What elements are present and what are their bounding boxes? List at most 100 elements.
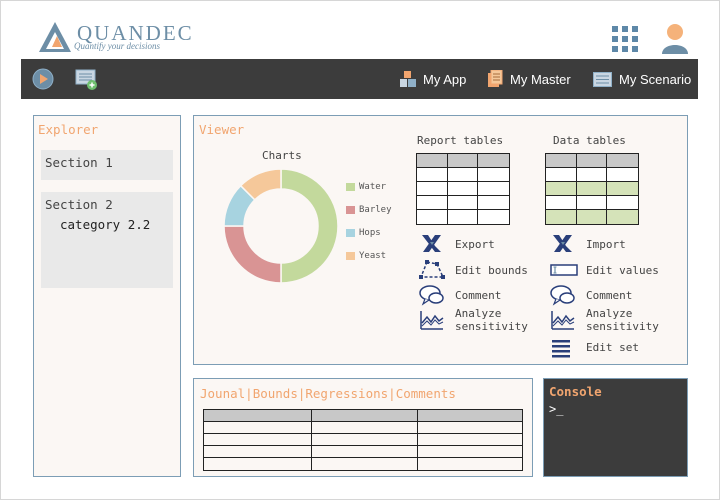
play-icon[interactable] [32, 68, 54, 95]
toolbar-my-app-label: My App [423, 71, 467, 87]
table-cell[interactable] [417, 196, 448, 210]
table-cell[interactable] [417, 210, 448, 224]
table-header-cell[interactable] [478, 154, 509, 168]
legend-label: Hops [359, 228, 381, 238]
table-cell[interactable] [478, 182, 509, 196]
toolbar-my-master[interactable]: My Master [488, 59, 571, 99]
table-cell[interactable] [478, 210, 509, 224]
table-cell[interactable] [546, 196, 577, 210]
edit-bounds-button[interactable]: Edit bounds [419, 259, 528, 281]
excel-import-icon [550, 233, 576, 255]
table-cell[interactable] [447, 196, 479, 210]
table-cell[interactable] [576, 210, 608, 224]
user-avatar-icon[interactable] [661, 22, 689, 54]
table-row[interactable] [204, 422, 522, 434]
report-table[interactable] [416, 153, 510, 225]
triangle-logo-icon [39, 22, 71, 52]
table-cell[interactable] [607, 168, 638, 182]
table-cell[interactable] [447, 182, 479, 196]
table-cell[interactable] [546, 210, 577, 224]
logo-subtitle: Quantify your decisions [74, 41, 160, 51]
documents-icon [488, 70, 503, 87]
donut-chart[interactable] [221, 166, 341, 286]
section-2-category[interactable]: category 2.2 [60, 217, 150, 232]
legend-item-barley: Barley [346, 205, 392, 215]
add-scenario-icon[interactable] [75, 67, 99, 96]
toolbar-my-app[interactable]: My App [400, 59, 466, 99]
table-header-cell[interactable] [607, 154, 638, 168]
table-header-cell[interactable] [447, 154, 479, 168]
apps-grid-icon[interactable] [612, 26, 638, 52]
legend-item-yeast: Yeast [346, 251, 386, 261]
explorer-section-2[interactable]: Section 2 category 2.2 [41, 192, 173, 288]
edit-values-button[interactable]: Edit values [550, 259, 659, 281]
report-sensitivity-button[interactable]: Analyze sensitivity [419, 307, 537, 333]
tab-journal[interactable]: Jounal [200, 386, 245, 401]
viewer-panel: Viewer Charts Water Barley Hops Yeast Repor… [193, 115, 688, 365]
comment-icon [419, 284, 445, 306]
console-panel[interactable]: Console >_ [543, 378, 688, 477]
table-header-cell[interactable] [417, 154, 448, 168]
table-header-cell[interactable] [576, 154, 608, 168]
journal-table[interactable] [203, 409, 523, 471]
comment-icon [550, 284, 576, 306]
table-cell[interactable] [576, 168, 608, 182]
table-cell[interactable] [546, 182, 577, 196]
edit-values-icon [550, 259, 578, 281]
legend-label: Water [359, 182, 387, 192]
table-cell[interactable] [576, 182, 608, 196]
table-header-row [204, 410, 522, 422]
data-table[interactable] [545, 153, 639, 225]
legend-label: Barley [359, 205, 392, 215]
table-cell[interactable] [607, 196, 638, 210]
legend-item-hops: Hops [346, 228, 381, 238]
table-cell[interactable] [447, 210, 479, 224]
report-comment-label: Comment [455, 288, 502, 302]
edit-bounds-icon [419, 259, 445, 281]
legend-swatch [346, 206, 355, 214]
report-sensitivity-label: Analyze sensitivity [455, 307, 528, 333]
table-cell[interactable] [447, 168, 479, 182]
import-button[interactable]: Import [550, 233, 626, 255]
legend-swatch [346, 183, 355, 191]
quandec-logo: QUANDEC Quantify your decisions [37, 19, 197, 57]
table-cell[interactable] [607, 210, 638, 224]
edit-values-label: Edit values [586, 263, 659, 277]
table-row[interactable] [204, 434, 522, 446]
table-header-cell[interactable] [546, 154, 577, 168]
report-comment-button[interactable]: Comment [419, 284, 501, 306]
table-cell[interactable] [417, 182, 448, 196]
console-prompt[interactable]: >_ [549, 402, 563, 416]
donut-slice-barley[interactable] [223, 225, 282, 284]
journal-panel: Jounal|Bounds|Regressions|Comments [193, 378, 533, 477]
viewer-title: Viewer [199, 122, 245, 137]
data-comment-button[interactable]: Comment [550, 284, 632, 306]
app-blocks-icon [400, 70, 416, 87]
table-cell[interactable] [417, 168, 448, 182]
table-cell[interactable] [478, 168, 509, 182]
table-cell[interactable] [576, 196, 608, 210]
table-cell[interactable] [546, 168, 577, 182]
toolbar-my-scenario[interactable]: My Scenario [593, 59, 691, 99]
tab-bounds[interactable]: Bounds [253, 386, 298, 401]
export-button[interactable]: Export [419, 233, 495, 255]
donut-slice-water[interactable] [280, 168, 339, 284]
journal-tabs: Jounal|Bounds|Regressions|Comments [200, 386, 456, 401]
table-row[interactable] [204, 446, 522, 458]
table-cell[interactable] [478, 196, 509, 210]
main-toolbar: My App My Master My Scenario [21, 59, 698, 99]
section-1-title: Section 1 [45, 155, 113, 170]
sensitivity-chart-icon [419, 309, 445, 331]
section-2-title: Section 2 [45, 197, 113, 212]
sensitivity-chart-icon [550, 309, 576, 331]
table-row[interactable] [204, 458, 522, 470]
edit-set-button[interactable]: Edit set [550, 336, 639, 358]
toolbar-my-master-label: My Master [510, 71, 571, 87]
tab-regressions[interactable]: Regressions [305, 386, 388, 401]
tab-comments[interactable]: Comments [396, 386, 456, 401]
data-sensitivity-button[interactable]: Analyze sensitivity [550, 307, 668, 333]
scenario-list-icon [593, 71, 612, 87]
explorer-section-1[interactable]: Section 1 [41, 150, 173, 180]
tab-separator: | [245, 386, 253, 401]
table-cell[interactable] [607, 182, 638, 196]
